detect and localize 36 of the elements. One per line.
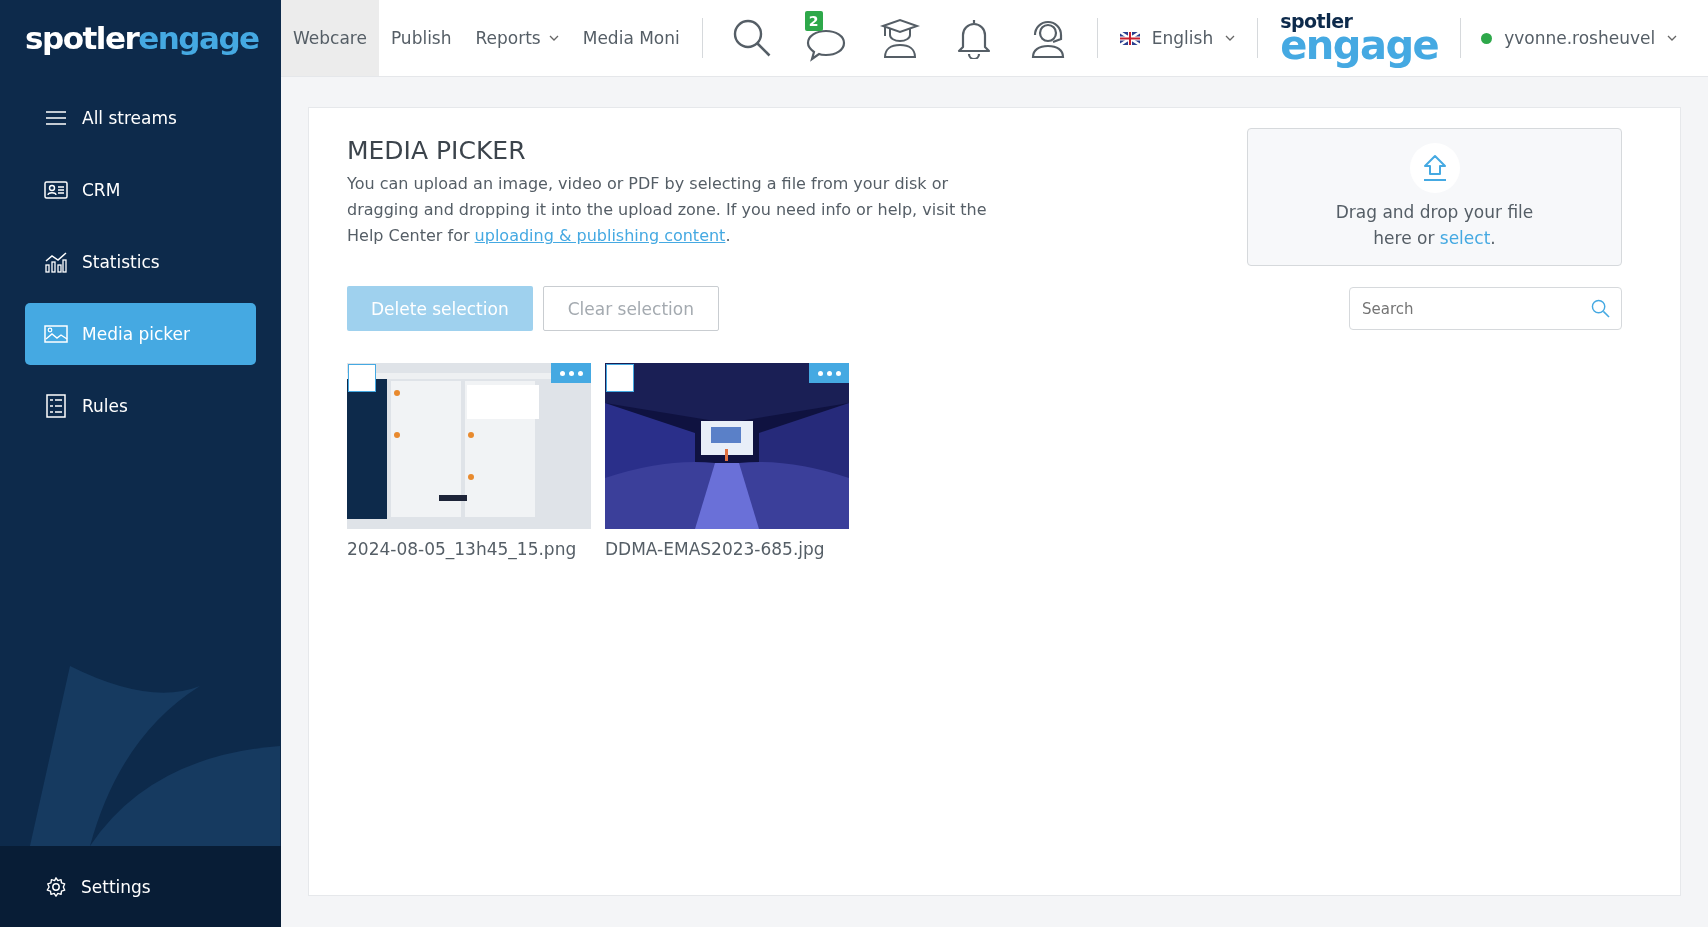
more-button[interactable] bbox=[809, 363, 849, 383]
nav-tab[interactable]: Webcare bbox=[281, 0, 379, 76]
menu-icon bbox=[44, 110, 68, 126]
flag-icon bbox=[1119, 31, 1140, 45]
file-name: 2024-08-05_13h45_15.png bbox=[347, 539, 578, 559]
upload-text: Drag and drop your file here or select. bbox=[1334, 201, 1535, 250]
search-field[interactable]: Search bbox=[1349, 287, 1622, 330]
nav-tab[interactable]: Reports bbox=[463, 0, 571, 76]
logo: spotlerengage bbox=[24, 19, 260, 58]
notification-badge: 2 bbox=[804, 11, 823, 31]
caret-icon bbox=[1225, 35, 1236, 41]
user-menu[interactable]: yvonne.rosheuvel bbox=[1471, 28, 1678, 48]
sidebar-item[interactable]: CRM bbox=[25, 159, 256, 221]
caret-icon bbox=[548, 35, 559, 41]
sidebar-item[interactable]: All streams bbox=[25, 87, 256, 149]
select-checkbox[interactable] bbox=[348, 364, 376, 392]
settings-icon bbox=[45, 875, 67, 898]
more-button[interactable] bbox=[551, 363, 591, 383]
language-selector[interactable]: English bbox=[1107, 28, 1248, 48]
upload-zone[interactable]: Drag and drop your file here or select. bbox=[1247, 128, 1622, 266]
file-name: DDMA-EMAS2023-685.jpg bbox=[605, 539, 826, 559]
description: You can upload an image, video or PDF by selecting a file from your disk or dragging and dropping it into the upload zone. If you need info or help, visit the Help Center for uploading & publishing content. bbox=[347, 173, 987, 247]
checklist-icon bbox=[44, 394, 68, 418]
sidebar-item[interactable]: Rules bbox=[25, 375, 256, 437]
nav-tab[interactable]: Publish bbox=[378, 0, 464, 76]
graduate-icon[interactable] bbox=[878, 17, 921, 59]
sidebar-item[interactable]: Statistics bbox=[25, 231, 256, 293]
image-icon bbox=[44, 325, 68, 343]
search-icon bbox=[1591, 299, 1610, 318]
select-checkbox[interactable] bbox=[606, 364, 634, 392]
page-title: MEDIA PICKER bbox=[347, 136, 527, 165]
nav-tab[interactable]: Media Moni bbox=[570, 0, 692, 76]
settings-item[interactable]: Settings bbox=[0, 846, 281, 927]
contact-card-icon bbox=[44, 181, 68, 199]
chart-icon bbox=[44, 251, 68, 273]
caret-icon bbox=[1667, 35, 1678, 41]
